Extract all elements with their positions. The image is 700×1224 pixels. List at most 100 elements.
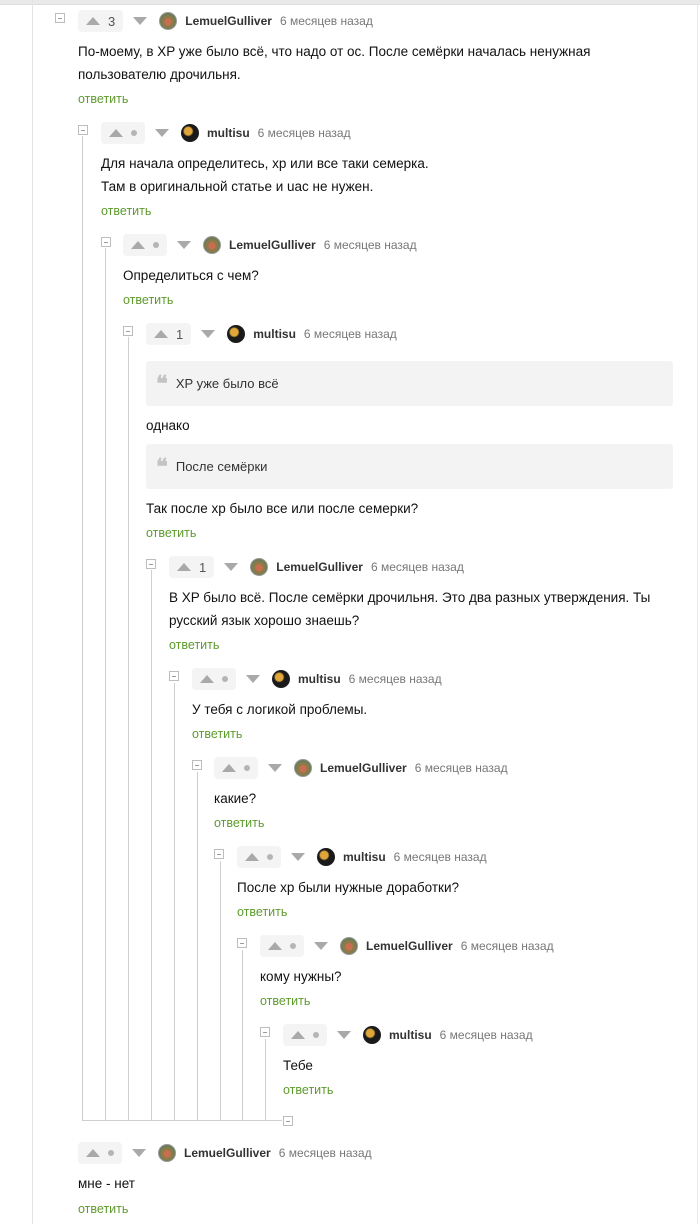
comment-text: В XP было всё. После семёрки дрочильня. …	[169, 586, 650, 632]
reply-link[interactable]: ответить	[283, 1083, 333, 1097]
collapse-button[interactable]	[146, 559, 156, 569]
comment-text: мне - нет	[78, 1172, 135, 1195]
comment-text: У тебя с логикой проблемы.	[192, 698, 367, 721]
vote-block	[283, 1024, 327, 1046]
vote-zero-dot	[222, 676, 228, 682]
author-name[interactable]: multisu	[253, 327, 296, 341]
reply-link[interactable]: ответить	[123, 293, 173, 307]
downvote-icon[interactable]	[291, 853, 305, 861]
reply-link[interactable]: ответить	[192, 727, 242, 741]
thread-line	[128, 337, 129, 1120]
author-name[interactable]: LemuelGulliver	[320, 761, 407, 775]
upvote-icon[interactable]	[245, 853, 259, 861]
author-name[interactable]: multisu	[389, 1028, 432, 1042]
comment-text: По-моему, в XP уже было всё, что надо от…	[78, 40, 590, 86]
downvote-icon[interactable]	[132, 1149, 146, 1157]
collapse-button[interactable]	[192, 760, 202, 770]
author-name[interactable]: multisu	[298, 672, 341, 686]
avatar[interactable]	[227, 325, 246, 343]
collapse-button[interactable]	[78, 125, 88, 135]
avatar[interactable]	[159, 12, 178, 30]
reply-link[interactable]: ответить	[146, 526, 196, 540]
downvote-icon[interactable]	[177, 241, 191, 249]
page-left-border	[32, 0, 33, 1224]
reply-link[interactable]: ответить	[169, 638, 219, 652]
vote-block	[192, 668, 236, 690]
reply-link[interactable]: ответить	[214, 816, 264, 830]
upvote-icon[interactable]	[177, 563, 191, 571]
avatar[interactable]	[203, 236, 221, 254]
collapse-button[interactable]	[55, 13, 65, 23]
comment-header: 3 LemuelGulliver 6 месяцев назад	[78, 10, 373, 32]
downvote-icon[interactable]	[246, 675, 260, 683]
avatar[interactable]	[294, 759, 312, 777]
upvote-icon[interactable]	[154, 330, 168, 338]
upvote-icon[interactable]	[200, 675, 214, 683]
thread-line	[105, 248, 106, 1120]
upvote-icon[interactable]	[86, 17, 100, 25]
reply-link[interactable]: ответить	[78, 1202, 128, 1216]
avatar[interactable]	[181, 124, 199, 142]
vote-block	[260, 935, 304, 957]
author-name[interactable]: LemuelGulliver	[229, 238, 316, 252]
avatar[interactable]	[272, 670, 290, 688]
comment-line: Определиться с чем?	[123, 268, 259, 283]
upvote-icon[interactable]	[291, 1031, 305, 1039]
comment-time[interactable]: 6 месяцев назад	[279, 1146, 372, 1160]
collapse-button[interactable]	[169, 671, 179, 681]
collapse-button[interactable]	[214, 849, 224, 859]
comment-line: пользователю дрочильня.	[78, 67, 241, 82]
reply-link[interactable]: ответить	[78, 92, 128, 106]
collapse-button[interactable]	[260, 1027, 270, 1037]
avatar[interactable]	[317, 848, 335, 866]
downvote-icon[interactable]	[133, 17, 148, 25]
comment-time[interactable]: 6 месяцев назад	[461, 939, 554, 953]
downvote-icon[interactable]	[268, 764, 282, 772]
upvote-icon[interactable]	[131, 241, 145, 249]
avatar[interactable]	[158, 1144, 176, 1162]
collapse-button[interactable]	[123, 326, 133, 336]
reply-link[interactable]: ответить	[101, 204, 151, 218]
upvote-icon[interactable]	[268, 942, 282, 950]
upvote-icon[interactable]	[109, 129, 123, 137]
comment-time[interactable]: 6 месяцев назад	[304, 327, 397, 341]
downvote-icon[interactable]	[155, 129, 169, 137]
reply-link[interactable]: ответить	[260, 994, 310, 1008]
downvote-icon[interactable]	[201, 330, 216, 338]
comment-text: Тебе	[283, 1054, 313, 1077]
author-name[interactable]: LemuelGulliver	[366, 939, 453, 953]
quote-block: ❝ XP уже было всё	[146, 361, 673, 406]
author-name[interactable]: multisu	[343, 850, 386, 864]
comment-time[interactable]: 6 месяцев назад	[280, 14, 373, 28]
collapse-button[interactable]	[237, 938, 247, 948]
upvote-icon[interactable]	[86, 1149, 100, 1157]
comment-time[interactable]: 6 месяцев назад	[394, 850, 487, 864]
downvote-icon[interactable]	[224, 563, 239, 571]
vote-zero-dot	[131, 130, 137, 136]
comment-time[interactable]: 6 месяцев назад	[440, 1028, 533, 1042]
avatar[interactable]	[363, 1026, 381, 1044]
avatar[interactable]	[340, 937, 358, 955]
quote-block: ❝ После семёрки	[146, 444, 673, 489]
upvote-icon[interactable]	[222, 764, 236, 772]
vote-count: 1	[199, 559, 207, 575]
vote-zero-dot	[290, 943, 296, 949]
comment-line: После хр были нужные доработки?	[237, 880, 459, 895]
reply-link[interactable]: ответить	[237, 905, 287, 919]
collapse-button[interactable]	[101, 237, 111, 247]
author-name[interactable]: multisu	[207, 126, 250, 140]
vote-zero-dot	[267, 854, 273, 860]
comment-time[interactable]: 6 месяцев назад	[324, 238, 417, 252]
collapse-all-button[interactable]	[283, 1116, 293, 1126]
avatar[interactable]	[250, 558, 269, 576]
downvote-icon[interactable]	[314, 942, 328, 950]
comment-time[interactable]: 6 месяцев назад	[371, 560, 464, 574]
downvote-icon[interactable]	[337, 1031, 351, 1039]
comment-time[interactable]: 6 месяцев назад	[415, 761, 508, 775]
author-name[interactable]: LemuelGulliver	[184, 1146, 271, 1160]
author-name[interactable]: LemuelGulliver	[185, 14, 272, 28]
comment-line: У тебя с логикой проблемы.	[192, 702, 368, 717]
comment-time[interactable]: 6 месяцев назад	[258, 126, 351, 140]
author-name[interactable]: LemuelGulliver	[276, 560, 363, 574]
comment-time[interactable]: 6 месяцев назад	[349, 672, 442, 686]
